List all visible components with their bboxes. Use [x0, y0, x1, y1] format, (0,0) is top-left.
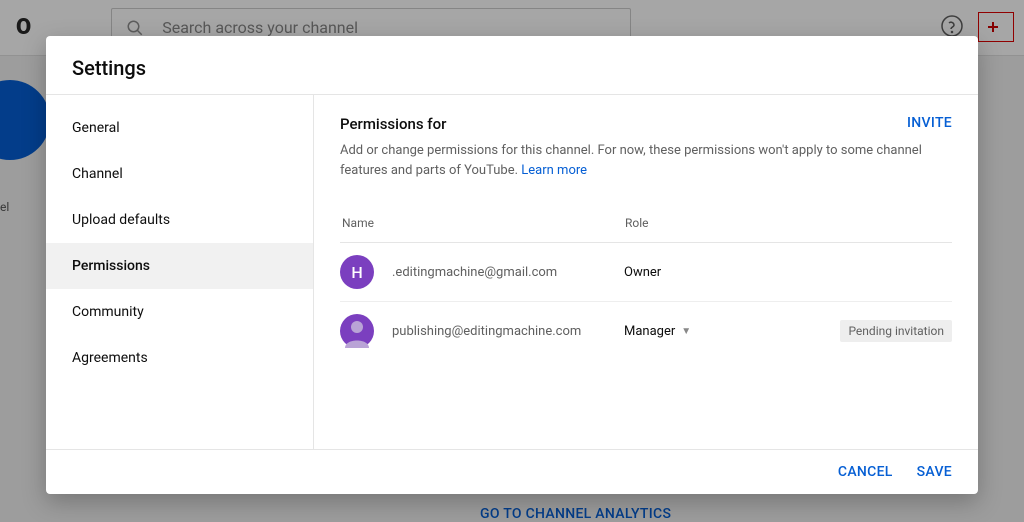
modal-header: Settings [46, 36, 978, 94]
modal-title: Settings [72, 56, 952, 80]
role-label: Manager [624, 324, 675, 339]
permissions-panel: Permissions for INVITE Add or change per… [314, 95, 978, 449]
avatar: H [340, 255, 374, 289]
avatar [340, 314, 374, 348]
table-row: H .editingmachine@gmail.com Owner [340, 243, 952, 302]
table-row: publishing@editingmachine.com Manager ▼ … [340, 302, 952, 360]
chevron-down-icon: ▼ [681, 326, 691, 337]
role-label: Owner [624, 265, 661, 280]
learn-more-link[interactable]: Learn more [521, 163, 587, 178]
save-button[interactable]: SAVE [917, 464, 952, 480]
sidebar-item-community[interactable]: Community [46, 289, 313, 335]
role-dropdown[interactable]: Manager ▼ [624, 324, 794, 339]
user-info: .editingmachine@gmail.com [392, 265, 624, 280]
settings-modal: Settings General Channel Upload defaults… [46, 36, 978, 494]
invite-button[interactable]: INVITE [907, 115, 952, 131]
person-icon [340, 314, 374, 348]
settings-sidebar: General Channel Upload defaults Permissi… [46, 95, 314, 449]
user-info: publishing@editingmachine.com [392, 324, 624, 339]
sidebar-item-channel[interactable]: Channel [46, 151, 313, 197]
modal-footer: CANCEL SAVE [46, 449, 978, 494]
cancel-button[interactable]: CANCEL [838, 464, 893, 480]
modal-body: General Channel Upload defaults Permissi… [46, 94, 978, 449]
user-email: .editingmachine@gmail.com [392, 265, 624, 280]
sidebar-item-general[interactable]: General [46, 105, 313, 151]
sidebar-item-permissions[interactable]: Permissions [46, 243, 313, 289]
sidebar-item-agreements[interactable]: Agreements [46, 335, 313, 381]
panel-heading: Permissions for [340, 115, 446, 133]
sidebar-item-upload-defaults[interactable]: Upload defaults [46, 197, 313, 243]
panel-description: Add or change permissions for this chann… [340, 141, 952, 180]
role-cell: Owner [624, 265, 794, 280]
user-email: publishing@editingmachine.com [392, 324, 624, 339]
status-badge: Pending invitation [840, 320, 952, 342]
table-header: Name Role [340, 208, 952, 243]
col-role-header: Role [625, 216, 952, 230]
col-name-header: Name [340, 216, 625, 230]
